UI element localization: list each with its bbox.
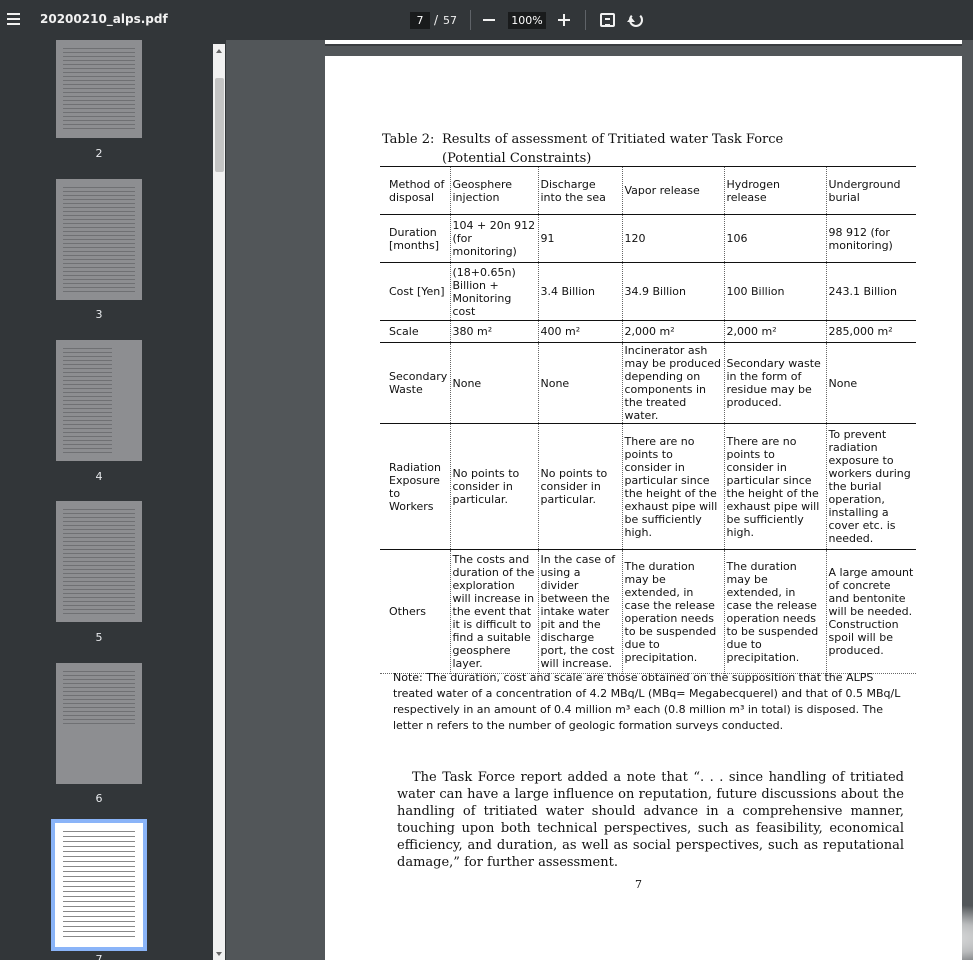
- thumbnail-label: 3: [95, 308, 103, 321]
- row-label: Secondary Waste: [380, 342, 451, 424]
- rotate-icon[interactable]: [627, 13, 643, 27]
- table-cell: 2,000 m²: [621, 320, 725, 343]
- table-cell: The costs and duration of the exploratio…: [449, 549, 539, 674]
- fit-to-page-icon[interactable]: [600, 13, 615, 27]
- row-label: Scale: [380, 320, 451, 343]
- table-note: Note: The duration, cost and scale are t…: [393, 671, 901, 732]
- table-header-cell: Underground burial: [825, 166, 916, 215]
- table-cell: 285,000 m²: [825, 320, 916, 343]
- pdf-toolbar: 20200210_alps.pdf 7 / 57 100%: [0, 0, 973, 40]
- table-cell: To prevent radiation exposure to workers…: [825, 423, 916, 550]
- table-cell: 380 m²: [449, 320, 539, 343]
- scroll-down-icon[interactable]: [216, 952, 222, 959]
- thumbnail-label: 5: [95, 631, 103, 644]
- table-cell: 120: [621, 214, 725, 263]
- table-row: Cost [Yen] (18+0.65n) Billion + Monitori…: [380, 262, 916, 321]
- thumbnail-label: 4: [95, 470, 103, 483]
- table-cell: 2,000 m²: [723, 320, 827, 343]
- thumbnail-label: 2: [95, 147, 103, 160]
- thumbnail-sidebar: 2 3 4 5 6 7: [0, 40, 226, 960]
- table-cell: In the case of using a divider between t…: [537, 549, 623, 674]
- page-thumbnail[interactable]: [56, 179, 142, 300]
- pdf-page: Table 2: Results of assessment of Tritiat…: [325, 56, 962, 960]
- body-paragraph: The Task Force report added a note that …: [397, 770, 904, 870]
- table-cell: 34.9 Billion: [621, 262, 725, 321]
- row-label: Duration [months]: [380, 214, 451, 263]
- sidebar-scrollbar[interactable]: [213, 44, 225, 960]
- page-number-input[interactable]: 7: [410, 12, 430, 29]
- page-separator: /: [434, 13, 439, 27]
- table-row: Radiation Exposure to Workers No points …: [380, 423, 916, 550]
- row-label: Others: [380, 549, 451, 674]
- table-cell: 243.1 Billion: [825, 262, 916, 321]
- row-label: Radiation Exposure to Workers: [380, 423, 451, 550]
- table-cell: 106: [723, 214, 827, 263]
- table-row: Duration [months] 104 + 20n 912 (for mon…: [380, 214, 916, 263]
- table-header-cell: Discharge into the sea: [537, 166, 623, 215]
- table-cell: Incinerator ash may be produced dependin…: [621, 342, 725, 424]
- page-thumbnail-active[interactable]: [51, 819, 147, 951]
- assessment-table: Method of disposal Geosphere injection D…: [380, 166, 916, 674]
- menu-icon[interactable]: [7, 13, 20, 25]
- table-caption-label: Table 2:: [382, 132, 435, 147]
- table-cell: 104 + 20n 912 (for monitoring): [449, 214, 539, 263]
- toolbar-divider: [470, 10, 471, 30]
- table-cell: (18+0.65n) Billion + Monitoring cost: [449, 262, 539, 321]
- page-thumbnail[interactable]: [56, 340, 142, 461]
- page-number: 7: [635, 878, 642, 891]
- zoom-out-icon[interactable]: [483, 19, 495, 21]
- table-cell: 100 Billion: [723, 262, 827, 321]
- thumbnail-label: 7: [95, 953, 103, 960]
- row-label: Cost [Yen]: [380, 262, 451, 321]
- table-cell: No points to consider in particular.: [449, 423, 539, 550]
- table-cell: None: [449, 342, 539, 424]
- table-cell: None: [537, 342, 623, 424]
- thumbnail-label: 6: [95, 792, 103, 805]
- page-thumbnail[interactable]: [56, 501, 142, 622]
- page-thumbnail[interactable]: [56, 40, 142, 138]
- table-cell: There are no points to consider in parti…: [723, 423, 827, 550]
- table-row: Others The costs and duration of the exp…: [380, 549, 916, 674]
- toolbar-divider: [585, 10, 586, 30]
- table-cell: The duration may be extended, in case th…: [621, 549, 725, 674]
- document-title: 20200210_alps.pdf: [40, 12, 168, 26]
- table-cell: 400 m²: [537, 320, 623, 343]
- table-cell: The duration may be extended, in case th…: [723, 549, 827, 674]
- previous-page-edge: [325, 40, 962, 46]
- zoom-in-icon[interactable]: [558, 14, 570, 26]
- table-header-cell: Geosphere injection: [449, 166, 539, 215]
- table-cell: 3.4 Billion: [537, 262, 623, 321]
- table-header-row: Method of disposal Geosphere injection D…: [380, 166, 916, 215]
- table-row: Secondary Waste None None Incinerator as…: [380, 342, 916, 424]
- table-caption-title: Results of assessment of Tritiated water…: [442, 132, 784, 147]
- table-cell: None: [825, 342, 916, 424]
- scroll-up-icon[interactable]: [216, 46, 222, 53]
- table-cell: 91: [537, 214, 623, 263]
- page-thumbnail[interactable]: [56, 663, 142, 784]
- table-cell: No points to consider in particular.: [537, 423, 623, 550]
- table-cell: A large amount of concrete and bentonite…: [825, 549, 916, 674]
- table-row: Scale 380 m² 400 m² 2,000 m² 2,000 m² 28…: [380, 320, 916, 343]
- table-caption: Table 2: Results of assessment of Tritiat…: [382, 130, 802, 168]
- table-header-cell: Vapor release: [621, 166, 725, 215]
- table-header-cell: Hydrogen release: [723, 166, 827, 215]
- table-header-cell: Method of disposal: [380, 166, 451, 215]
- table-cell: There are no points to consider in parti…: [621, 423, 725, 550]
- zoom-level-input[interactable]: 100%: [508, 12, 546, 29]
- total-pages: 57: [443, 14, 457, 27]
- table-cell: Secondary waste in the form of residue m…: [723, 342, 827, 424]
- sidebar-scroll-thumb[interactable]: [215, 78, 224, 172]
- corner-glare: [745, 905, 973, 960]
- table-cell: 98 912 (for monitoring): [825, 214, 916, 263]
